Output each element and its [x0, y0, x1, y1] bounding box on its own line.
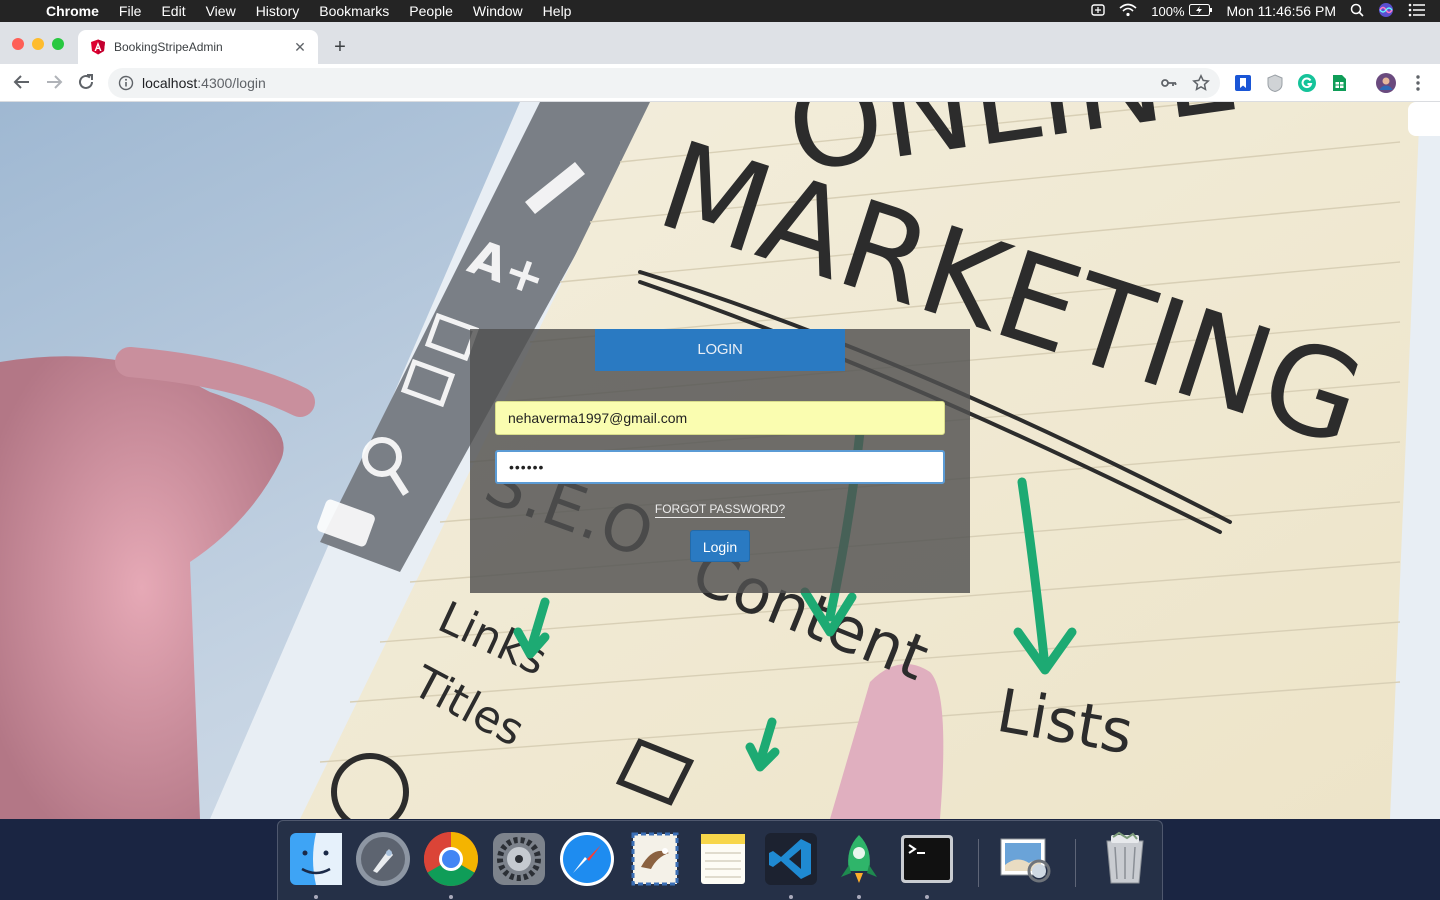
omnibox-actions [1146, 74, 1210, 92]
notes-icon[interactable] [695, 831, 751, 887]
menu-bar: Chrome File Edit View History Bookmarks … [0, 0, 1440, 22]
password-field[interactable]: •••••• [495, 450, 945, 484]
terminal-running-dot [925, 895, 929, 899]
menu-file[interactable]: File [119, 3, 142, 19]
keyboard-icon[interactable] [1091, 3, 1105, 20]
bookmark-star-icon[interactable] [1192, 74, 1210, 92]
wifi-icon[interactable] [1119, 3, 1137, 20]
grammarly-extension-icon[interactable] [1297, 73, 1317, 93]
clock[interactable]: Mon 11:46:56 PM [1227, 3, 1336, 19]
menu-people[interactable]: People [409, 3, 453, 19]
url-path: :4300/login [197, 75, 266, 91]
tab-strip: BookingStripeAdmin ✕ + [0, 22, 1440, 64]
close-window-button[interactable] [12, 38, 24, 50]
menu-window[interactable]: Window [473, 3, 523, 19]
robomongo-icon[interactable] [831, 831, 887, 887]
new-tab-button[interactable]: + [330, 36, 350, 59]
vscode-icon[interactable] [763, 831, 819, 887]
trash-icon[interactable] [1097, 831, 1153, 887]
minimize-window-button[interactable] [32, 38, 44, 50]
dock-separator [978, 839, 979, 887]
bookmark-extension-icon[interactable] [1233, 73, 1253, 93]
robomongo-running-dot [857, 895, 861, 899]
notification-center-icon[interactable] [1408, 3, 1426, 20]
siri-icon[interactable] [1378, 2, 1394, 21]
menu-history[interactable]: History [256, 3, 300, 19]
chrome-icon[interactable] [423, 831, 479, 887]
tab-bookingstripeadmin[interactable]: BookingStripeAdmin ✕ [78, 30, 318, 64]
site-info-icon[interactable] [118, 75, 134, 91]
menu-app-chrome[interactable]: Chrome [46, 3, 99, 19]
login-button[interactable]: Login [690, 530, 750, 562]
finder-icon[interactable] [288, 831, 344, 887]
window-controls [12, 38, 72, 50]
reload-icon[interactable] [76, 73, 96, 93]
battery-percent: 100% [1151, 3, 1185, 19]
forgot-password-row: FORGOT PASSWORD? [470, 502, 970, 518]
launchpad-icon[interactable] [355, 831, 411, 887]
login-header: LOGIN [595, 329, 845, 371]
menu-bookmarks[interactable]: Bookmarks [319, 3, 389, 19]
login-panel: LOGIN nehaverma1997@gmail.com •••••• FOR… [470, 329, 970, 593]
menu-help[interactable]: Help [543, 3, 572, 19]
menubar-status-area: 100% Mon 11:46:56 PM [1091, 0, 1440, 22]
back-arrow-icon[interactable] [12, 73, 32, 93]
battery-icon[interactable] [1188, 3, 1213, 19]
tab-title: BookingStripeAdmin [114, 40, 223, 54]
mail-icon[interactable] [627, 831, 683, 887]
dock [277, 820, 1163, 900]
login-page: A+ ONLINE MARKETING S.E.O Content Lists … [0, 102, 1440, 819]
preview-icon[interactable] [997, 831, 1053, 887]
sheets-extension-icon[interactable] [1329, 73, 1349, 93]
vscode-running-dot [789, 895, 793, 899]
menu-edit[interactable]: Edit [161, 3, 185, 19]
forgot-password-link[interactable]: FORGOT PASSWORD? [654, 502, 786, 518]
zoom-window-button[interactable] [52, 38, 64, 50]
finder-running-dot [314, 895, 318, 899]
profile-avatar[interactable] [1376, 73, 1396, 93]
system-preferences-icon[interactable] [491, 831, 547, 887]
safari-icon[interactable] [559, 831, 615, 887]
spotlight-search-icon[interactable] [1350, 3, 1364, 20]
angular-favicon-icon [90, 39, 106, 55]
key-icon[interactable] [1160, 74, 1178, 92]
terminal-icon[interactable] [899, 831, 955, 887]
dock-separator-trash [1075, 839, 1076, 887]
forward-arrow-icon[interactable] [44, 73, 64, 93]
address-bar[interactable]: localhost :4300/login [108, 68, 1220, 98]
email-field[interactable]: nehaverma1997@gmail.com [495, 401, 945, 435]
chrome-menu-icon[interactable] [1408, 73, 1428, 93]
chrome-running-dot [449, 895, 453, 899]
shield-extension-icon[interactable] [1265, 73, 1285, 93]
tab-close-icon[interactable]: ✕ [292, 39, 308, 56]
url-host: localhost [142, 75, 198, 91]
browser-toolbar: localhost :4300/login [0, 64, 1440, 102]
menu-view[interactable]: View [206, 3, 236, 19]
